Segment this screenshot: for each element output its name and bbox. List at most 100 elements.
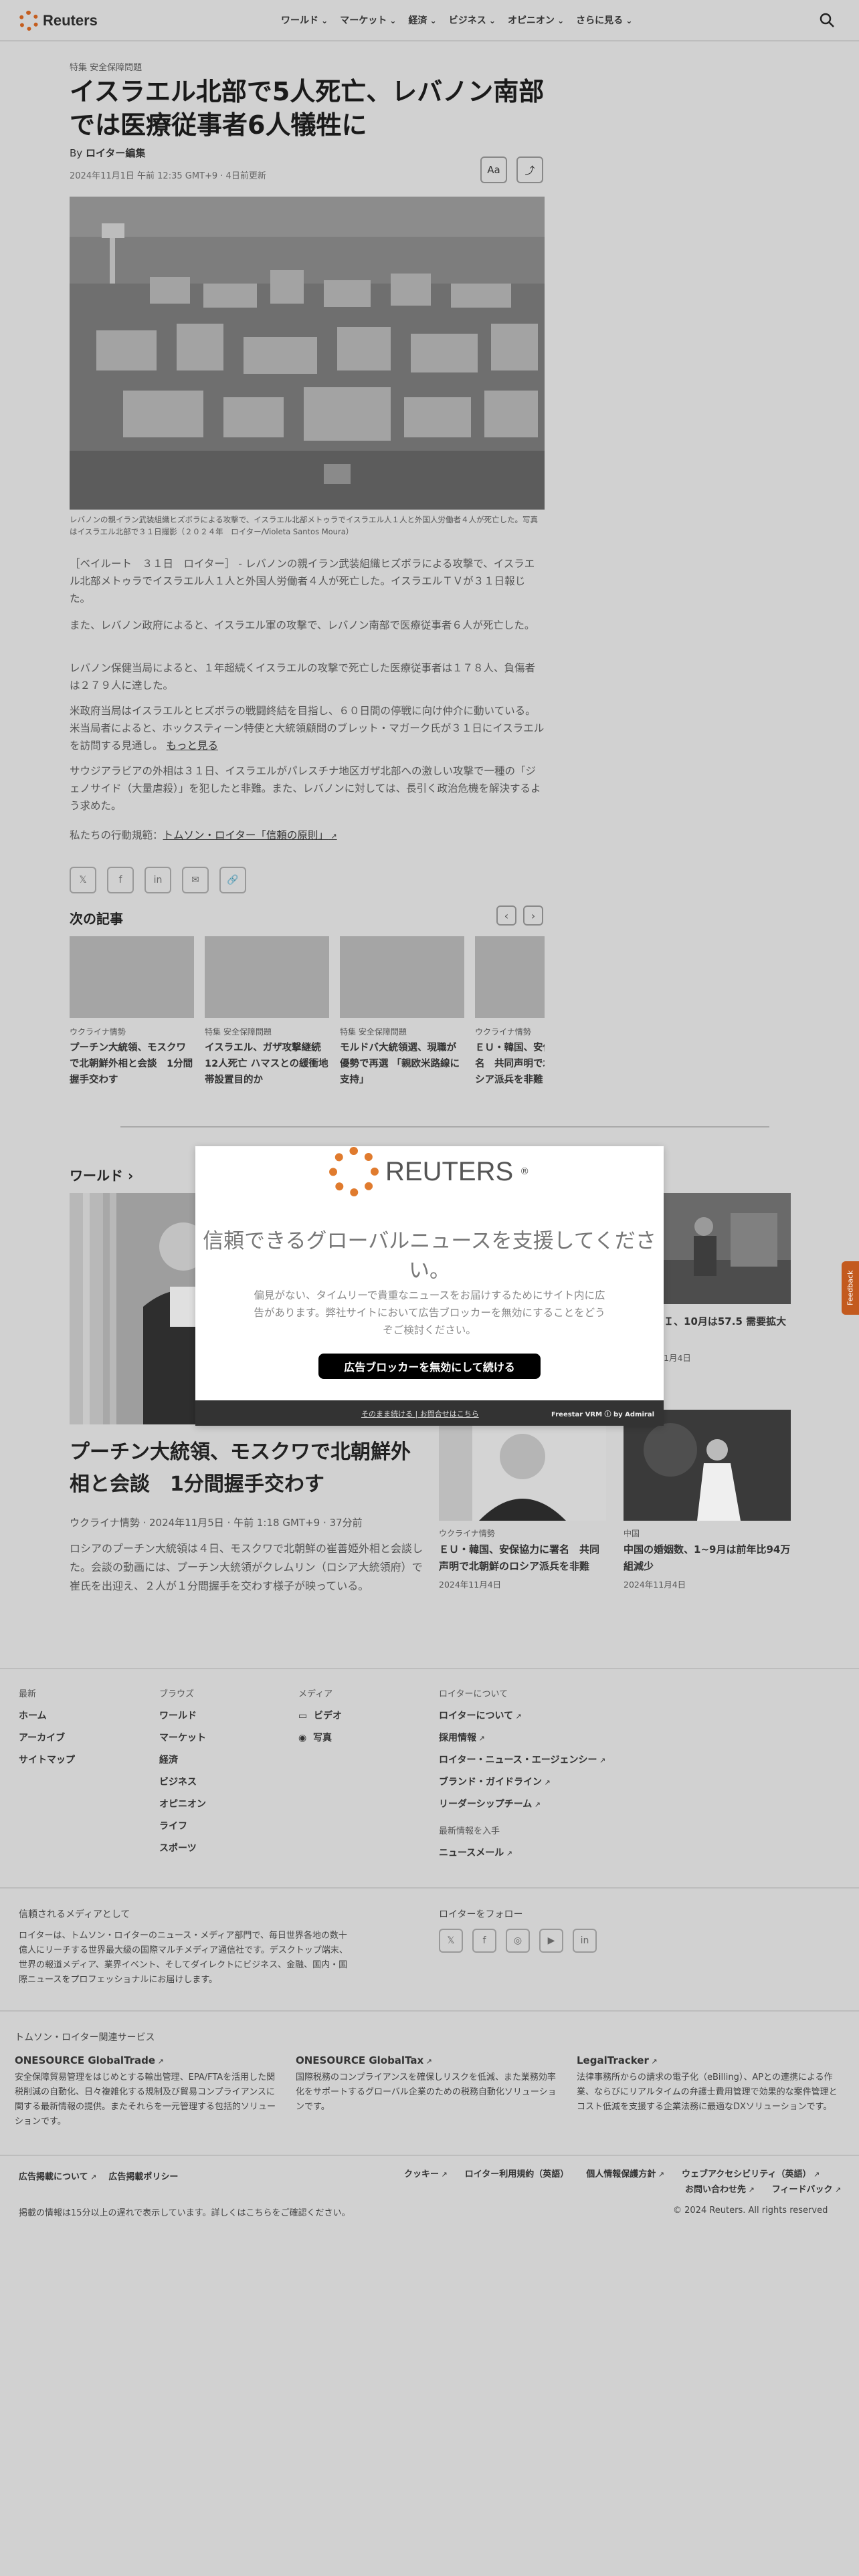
wedding-photo bbox=[624, 1410, 791, 1521]
footer-link[interactable]: ワールド bbox=[159, 1709, 206, 1722]
nav-more[interactable]: さらに見る bbox=[576, 13, 632, 27]
search-icon[interactable] bbox=[819, 12, 835, 28]
linkedin-icon[interactable]: in bbox=[573, 1929, 597, 1953]
footer-divider bbox=[0, 2155, 859, 2156]
facebook-share-icon[interactable]: f bbox=[107, 867, 134, 893]
legal-link[interactable]: 広告掲載ポリシー bbox=[108, 2169, 178, 2182]
world-main-description: ロシアのプーチン大統領は４日、モスクワで北朝鮮の崔善姫外相と会談した。会談の動画… bbox=[70, 1542, 423, 1592]
next-arrow-icon[interactable]: › bbox=[523, 905, 543, 926]
disable-adblock-button[interactable]: 広告ブロッカーを無効にして続ける bbox=[318, 1354, 541, 1379]
reuters-logo[interactable]: Reuters bbox=[19, 11, 98, 31]
legal-right: クッキー ロイター利用規約（英語） 個人情報保護方針 ウェブアクセシビリティ（英… bbox=[404, 2167, 846, 2195]
next-article-card[interactable]: ウクライナ情勢 ＥＵ・韓国、安保協力に署名 共同声明で北朝鮮のロシア派兵を非難 bbox=[475, 936, 545, 1088]
footer-link[interactable]: リーダーシップチーム bbox=[439, 1797, 605, 1810]
card-image-placeholder bbox=[340, 936, 464, 1018]
footer-link[interactable]: ホーム bbox=[19, 1709, 75, 1722]
copy-link-icon[interactable]: 🔗 bbox=[219, 867, 246, 893]
nav-economy[interactable]: 経済 bbox=[408, 13, 436, 27]
footer-link[interactable]: ライフ bbox=[159, 1819, 206, 1832]
service-link[interactable]: ONESOURCE GlobalTrade bbox=[15, 2054, 282, 2066]
service-link[interactable]: LegalTracker bbox=[577, 2054, 844, 2066]
image-caption: レバノンの親イラン武装組織ヒズボラによる攻撃で、イスラエル北部メトゥラでイスラエ… bbox=[70, 515, 538, 536]
share-bar: 𝕏 f in ✉ 🔗 bbox=[70, 867, 246, 893]
text-size-button[interactable]: Aa bbox=[480, 156, 507, 183]
legal-link[interactable]: 広告掲載について bbox=[19, 2169, 96, 2182]
footer-link[interactable]: マーケット bbox=[159, 1731, 206, 1744]
footer-link[interactable]: 採用情報 bbox=[439, 1731, 605, 1744]
section-divider bbox=[120, 1126, 769, 1128]
footer-divider bbox=[0, 1887, 859, 1889]
world-side-card[interactable]: 中国 中国の婚姻数、1~9月は前年比94万組減少 2024年11月4日 bbox=[624, 1410, 791, 1590]
nav-opinion[interactable]: オピニオン bbox=[508, 13, 564, 27]
footer-link[interactable]: アーカイブ bbox=[19, 1731, 75, 1744]
reuters-logo-icon bbox=[19, 11, 39, 31]
nav-markets[interactable]: マーケット bbox=[340, 13, 396, 27]
x-share-icon[interactable]: 𝕏 bbox=[70, 867, 96, 893]
next-article-card[interactable]: ウクライナ情勢 プーチン大統領、モスクワで北朝鮮外相と会談 1分間握手交わす bbox=[70, 936, 194, 1088]
world-main-meta: ウクライナ情勢 · 2024年11月5日 · 午前 1:18 GMT+9 · 3… bbox=[70, 1517, 363, 1529]
feedback-tab[interactable]: Feedback bbox=[842, 1261, 859, 1315]
facebook-icon[interactable]: f bbox=[472, 1929, 496, 1953]
contact-link[interactable]: お問合せはこちら bbox=[420, 1410, 479, 1418]
article-kicker[interactable]: 特集 安全保障問題 bbox=[70, 60, 142, 73]
legal-link[interactable]: 個人情報保護方針 bbox=[586, 2167, 664, 2179]
legal-left: 広告掲載について 広告掲載ポリシー bbox=[19, 2169, 178, 2182]
world-side-date-partial: 1月4日 bbox=[664, 1353, 691, 1363]
byline: By ロイター編集 bbox=[70, 147, 146, 159]
card-image-placeholder bbox=[70, 936, 194, 1018]
services-heading: トムソン・ロイター関連サービス bbox=[15, 2032, 155, 2043]
footer-link[interactable]: 経済 bbox=[159, 1753, 206, 1766]
world-section-heading[interactable]: ワールド › bbox=[70, 1165, 133, 1184]
author-link[interactable]: ロイター編集 bbox=[86, 147, 145, 159]
hero-image bbox=[70, 197, 545, 510]
video-icon: ▭ bbox=[298, 1711, 308, 1721]
legal-link[interactable]: ロイター利用規約（英語） bbox=[465, 2167, 569, 2179]
article-paragraph: サウジアラビアの外相は３１日、イスラエルがパレスチナ地区ガザ北部への激しい攻撃で… bbox=[70, 765, 541, 812]
footer-link[interactable]: オピニオン bbox=[159, 1797, 206, 1810]
site-header: Reuters ワールド マーケット 経済 ビジネス オピニオン さらに見る bbox=[0, 0, 859, 41]
footer-link[interactable]: サイトマップ bbox=[19, 1753, 75, 1766]
prev-arrow-icon[interactable]: ‹ bbox=[496, 905, 516, 926]
footer-link[interactable]: ロイターについて bbox=[439, 1709, 605, 1722]
legal-link[interactable]: お問い合わせ先 bbox=[685, 2182, 755, 2195]
next-article-card[interactable]: 特集 安全保障問題 モルドバ大統領選、現職が優勢で再選 「親欧米路線に支持」 bbox=[340, 936, 464, 1088]
email-share-icon[interactable]: ✉ bbox=[182, 867, 209, 893]
footer-browse: ブラウズ ワールド マーケット 経済 ビジネス オピニオン ライフ スポーツ bbox=[159, 1689, 206, 1854]
linkedin-share-icon[interactable]: in bbox=[145, 867, 171, 893]
service-item: ONESOURCE GlobalTax 国際税務のコンプライアンスを確保しリスク… bbox=[296, 2054, 563, 2115]
camera-icon: ◉ bbox=[298, 1733, 307, 1743]
footer-link[interactable]: ブランド・ガイドライン bbox=[439, 1775, 605, 1788]
footer-link[interactable]: スポーツ bbox=[159, 1841, 206, 1854]
article-paragraph: 米政府当局はイスラエルとヒズボラの戦闘終結を目指し、６０日間の停戦に向け仲介に動… bbox=[70, 705, 545, 752]
world-side-card[interactable]: ウクライナ情勢 ＥＵ・韓国、安保協力に署名 共同声明で北朝鮮のロシア派兵を非難 … bbox=[439, 1410, 606, 1590]
footer-link[interactable]: ◉ 写真 bbox=[298, 1731, 342, 1744]
nav-world[interactable]: ワールド bbox=[281, 13, 328, 27]
continue-link[interactable]: そのまま続ける bbox=[361, 1410, 413, 1418]
modal-body: 偏見がない、タイムリーで貴重なニュースをお届けするためにサイト内に広告があります… bbox=[254, 1289, 605, 1336]
read-more-link[interactable]: もっと見る bbox=[166, 740, 218, 752]
youtube-icon[interactable]: ▶ bbox=[539, 1929, 563, 1953]
legal-link[interactable]: フィードバック bbox=[772, 2182, 841, 2195]
trusted-text: ロイターは、トムソン・ロイターのニュース・メディア部門で、毎日世界各地の数十億人… bbox=[19, 1931, 348, 1985]
instagram-icon[interactable]: ◎ bbox=[506, 1929, 530, 1953]
share-button[interactable]: ⤴ bbox=[516, 156, 543, 183]
delay-note: 掲載の情報は15分以上の遅れで表示しています。詳しくはこちらをご確認ください。 bbox=[19, 2208, 351, 2218]
social-links: 𝕏 f ◎ ▶ in bbox=[439, 1929, 597, 1953]
footer-link[interactable]: ニュースメール bbox=[439, 1846, 605, 1859]
next-article-card[interactable]: 特集 安全保障問題 イスラエル、ガザ攻撃継続 12人死亡 ハマスとの緩衝地帯設置… bbox=[205, 936, 329, 1088]
x-icon[interactable]: 𝕏 bbox=[439, 1929, 463, 1953]
legal-link[interactable]: クッキー bbox=[404, 2167, 448, 2179]
footer-link[interactable]: ビジネス bbox=[159, 1775, 206, 1788]
service-link[interactable]: ONESOURCE GlobalTax bbox=[296, 2054, 563, 2066]
footer-link[interactable]: ▭ ビデオ bbox=[298, 1709, 342, 1722]
legal-link[interactable]: ウェブアクセシビリティ（英語） bbox=[682, 2167, 820, 2179]
article-date: 2024年11月1日 午前 12:35 GMT+9 · 4日前更新 bbox=[70, 171, 266, 181]
nav-business[interactable]: ビジネス bbox=[449, 13, 496, 27]
footer-link[interactable]: ロイター・ニュース・エージェンシー bbox=[439, 1753, 605, 1766]
footer-media: メディア ▭ ビデオ ◉ 写真 bbox=[298, 1689, 342, 1744]
principles-line: 私たちの行動規範：トムソン・ロイター「信頼の原則」 bbox=[70, 827, 545, 845]
article-title: イスラエル北部で5人死亡、レバノン南部では医療従事者6人犠牲に bbox=[70, 77, 545, 140]
world-main-title[interactable]: プーチン大統領、モスクワで北朝鮮外相と会談 1分間握手交わす bbox=[70, 1436, 417, 1501]
adblock-modal: REUTERS ® 信頼できるグローバルニュースを支援してください。 偏見がない、… bbox=[195, 1146, 664, 1426]
principles-link[interactable]: トムソン・ロイター「信頼の原則」 bbox=[163, 829, 337, 841]
